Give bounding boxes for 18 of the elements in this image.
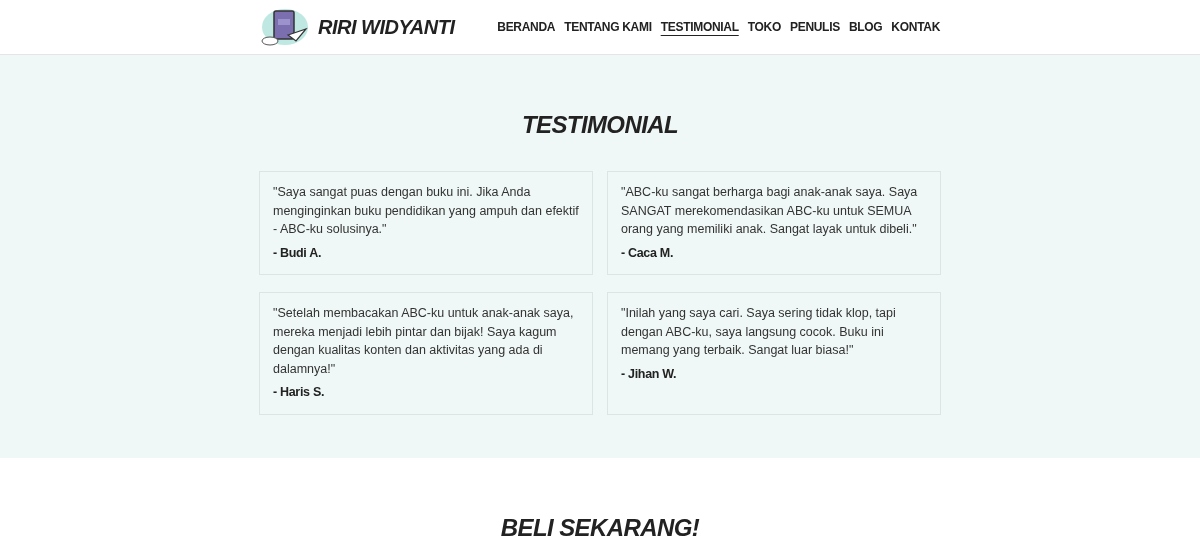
testimonial-quote: "Saya sangat puas dengan buku ini. Jika Anda menginginkan buku pendidikan yang ampuh dan efektif - ABC-ku solusinya." [273,184,579,238]
testimonial-quote: "Inilah yang saya cari. Saya sering tidak klop, tapi dengan ABC-ku, saya langsung cocok. Buku ini memang yang terbaik. Sangat luar biasa!" [621,305,897,360]
testimonial-author: - Jihan W. [621,365,678,383]
testimonial-quote: "Setelah membacakan ABC-ku untuk anak-anak saya, mereka menjadi lebih pintar dan bijak! Saya kagum dengan kualitas konten dan aktivitas yang ada di dalamnya!" [273,305,575,378]
section-title: BELI SEKARANG! [499,513,701,543]
nav-link[interactable]: TESTIMONIAL [660,18,739,36]
section-title: TESTIMONIAL [520,110,680,140]
nav-link[interactable]: KONTAK [891,18,940,36]
nav-link[interactable]: TOKO [747,18,781,36]
nav-link[interactable]: BLOG [848,18,883,36]
nav-link[interactable]: TENTANG KAMI [564,18,652,36]
testimonial-quote: "ABC-ku sangat berharga bagi anak-anak saya. Saya SANGAT merekomendasikan ABC-ku untuk SEMUA orang yang memiliki anak. Sangat layak untuk dibeli." [621,184,919,238]
testimonial-author: - Haris S. [273,384,326,402]
brand-name[interactable]: RIRI WIDYANTI [318,12,455,42]
testimonial-author: - Budi A. [273,244,323,262]
nav-link[interactable]: BERANDA [497,18,556,36]
nav-link[interactable]: PENULIS [789,18,840,36]
testimonial-author: - Caca M. [621,244,675,262]
